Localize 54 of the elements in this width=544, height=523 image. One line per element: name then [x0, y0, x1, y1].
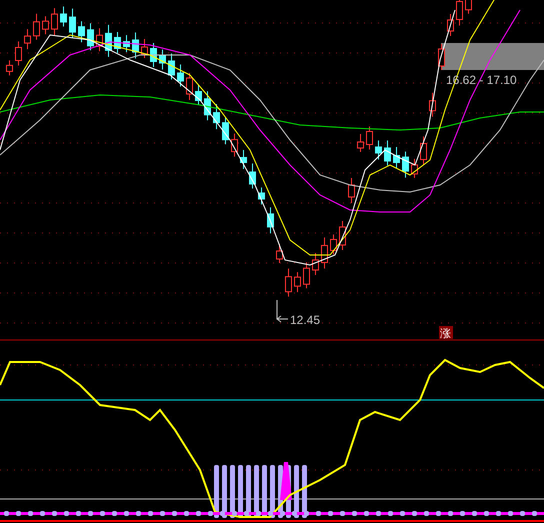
- candlestick: [321, 237, 328, 269]
- candlestick: [294, 272, 301, 293]
- candlestick: [51, 8, 58, 36]
- candlestick: [366, 126, 373, 150]
- candlestick: [204, 90, 211, 121]
- candlestick: [150, 42, 157, 68]
- candlestick: [267, 206, 274, 234]
- candlestick: [438, 44, 445, 70]
- candlestick: [429, 92, 436, 118]
- candlestick: [213, 104, 220, 130]
- candlestick: [105, 24, 112, 58]
- candlestick: [447, 14, 454, 36]
- candlestick: [375, 140, 382, 160]
- candlestick: [177, 64, 184, 87]
- candlestick: [231, 133, 238, 158]
- candlestick: [249, 163, 256, 189]
- candlestick: [285, 268, 292, 298]
- candlestick: [186, 72, 193, 100]
- candlestick: [123, 34, 130, 53]
- candlestick: [339, 220, 346, 250]
- candlestick: [132, 32, 139, 59]
- candlestick: [87, 22, 94, 51]
- candlestick: [42, 16, 49, 35]
- candlestick: [384, 140, 391, 166]
- candlestick: [330, 234, 337, 255]
- candlestick: [141, 38, 148, 58]
- candlestick: [96, 28, 103, 52]
- candlestick: [168, 53, 175, 80]
- candlestick: [357, 134, 364, 152]
- low-price-label: 12.45: [290, 313, 320, 327]
- candlestick: [276, 244, 283, 264]
- candlestick: [15, 41, 22, 66]
- candlestick: [411, 158, 418, 178]
- candlestick: [60, 6, 67, 27]
- rise-badge: 涨: [439, 326, 453, 340]
- candlestick: [114, 32, 121, 54]
- candlestick: [33, 13, 40, 40]
- spike-drawing: [280, 462, 292, 500]
- candlestick: [420, 136, 427, 166]
- candlestick: [6, 60, 13, 76]
- candlestick: [258, 187, 265, 205]
- candlestick: [348, 178, 355, 204]
- candlestick: [78, 20, 85, 43]
- candlestick: [402, 151, 409, 178]
- candlestick: [222, 116, 229, 145]
- candlestick: [303, 262, 310, 289]
- candlestick: [312, 252, 319, 276]
- candlestick: [69, 8, 76, 38]
- candlestick: [195, 84, 202, 106]
- leader-line: [276, 300, 288, 322]
- candlestick: [159, 49, 166, 70]
- candlestick: [240, 150, 247, 170]
- candlestick: [393, 146, 400, 168]
- candlestick: [24, 28, 31, 50]
